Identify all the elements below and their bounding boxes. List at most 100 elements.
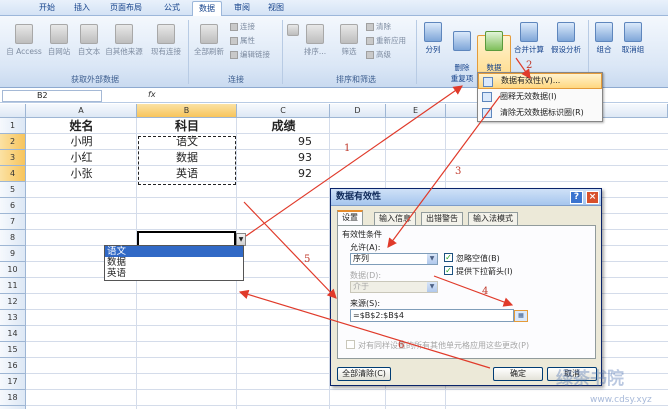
remove-duplicates-button[interactable]: 删除 重复项 bbox=[448, 22, 476, 84]
menu-item-circle-invalid[interactable]: 圈释无效数据(I) bbox=[478, 89, 602, 105]
text-file-icon bbox=[80, 24, 98, 44]
row-header[interactable]: 10 bbox=[0, 262, 26, 278]
select-all-corner[interactable] bbox=[0, 104, 26, 118]
header-cell[interactable]: 科目 bbox=[137, 118, 237, 134]
properties-button[interactable]: 属性 bbox=[230, 35, 255, 46]
data-cell[interactable]: 95 bbox=[237, 134, 330, 150]
reapply-button[interactable]: 重新应用 bbox=[366, 35, 406, 46]
source-label: 来源(S): bbox=[350, 299, 381, 308]
tab-review[interactable]: 审阅 bbox=[228, 1, 256, 16]
in-cell-dropdown-checkbox[interactable]: ✓ bbox=[444, 266, 453, 275]
consolidate-icon bbox=[520, 22, 538, 42]
data-cell[interactable]: 92 bbox=[237, 166, 330, 182]
data-cell[interactable]: 93 bbox=[237, 150, 330, 166]
split-columns-icon bbox=[424, 22, 442, 42]
row-header[interactable]: 17 bbox=[0, 374, 26, 390]
data-cell[interactable]: 小红 bbox=[26, 150, 137, 166]
tab-home[interactable]: 开始 bbox=[33, 1, 61, 16]
name-box[interactable]: B2 bbox=[2, 90, 102, 102]
what-if-analysis-button[interactable]: 假设分析 bbox=[548, 22, 584, 55]
from-other-sources-button[interactable]: 自其他来源 bbox=[104, 24, 144, 57]
row-header[interactable]: 5 bbox=[0, 182, 26, 198]
tab-view[interactable]: 视图 bbox=[262, 1, 290, 16]
cell-dropdown-list: 语文 数据 英语 bbox=[104, 245, 244, 281]
row-header[interactable]: 9 bbox=[0, 246, 26, 262]
filter-button[interactable]: 筛选 bbox=[336, 24, 362, 57]
row-header[interactable]: 6 bbox=[0, 198, 26, 214]
group-label-connections: 连接 bbox=[228, 75, 244, 84]
header-cell[interactable]: 姓名 bbox=[26, 118, 137, 134]
from-text-button[interactable]: 自文本 bbox=[74, 24, 104, 57]
row-header[interactable]: 3 bbox=[0, 150, 26, 166]
refresh-icon bbox=[200, 24, 218, 44]
dropdown-option[interactable]: 数据 bbox=[105, 257, 243, 268]
row-header[interactable]: 7 bbox=[0, 214, 26, 230]
refresh-all-button[interactable]: 全部刷新 bbox=[192, 24, 226, 57]
tab-ime-mode[interactable]: 输入法模式 bbox=[468, 212, 518, 225]
row-header[interactable]: 2 bbox=[0, 134, 26, 150]
apply-all-checkbox[interactable] bbox=[346, 340, 355, 349]
tab-error-alert[interactable]: 出错警告 bbox=[421, 212, 463, 225]
web-icon bbox=[50, 24, 68, 44]
data-cell[interactable]: 小明 bbox=[26, 134, 137, 150]
row-header[interactable]: 13 bbox=[0, 310, 26, 326]
annotation-number: 1 bbox=[344, 143, 351, 154]
dropdown-option[interactable]: 英语 bbox=[105, 268, 243, 279]
data-cell[interactable]: 小张 bbox=[26, 166, 137, 182]
close-button[interactable]: × bbox=[586, 191, 599, 204]
clear-all-button[interactable]: 全部清除(C) bbox=[337, 367, 391, 381]
help-button[interactable]: ? bbox=[570, 191, 583, 204]
group-separator bbox=[416, 20, 417, 84]
existing-connections-button[interactable]: 现有连接 bbox=[148, 24, 184, 57]
column-header-c[interactable]: C bbox=[237, 104, 330, 118]
row-header[interactable]: 14 bbox=[0, 326, 26, 342]
column-header-e[interactable]: E bbox=[386, 104, 446, 118]
column-header-b[interactable]: B bbox=[137, 104, 237, 118]
column-header-a[interactable]: A bbox=[26, 104, 137, 118]
source-input[interactable]: =$B$2:$B$4 bbox=[350, 309, 514, 322]
row-header[interactable]: 11 bbox=[0, 278, 26, 294]
group-separator bbox=[188, 20, 189, 84]
allow-select[interactable]: 序列 ▼ bbox=[350, 253, 438, 265]
edit-links-button[interactable]: 编辑链接 bbox=[230, 49, 270, 60]
row-header[interactable]: 4 bbox=[0, 166, 26, 182]
menu-item-clear-circles[interactable]: 清除无效数据标识圈(R) bbox=[478, 105, 602, 121]
row-header[interactable]: 15 bbox=[0, 342, 26, 358]
row-header[interactable]: 8 bbox=[0, 230, 26, 246]
advanced-button[interactable]: 高级 bbox=[366, 49, 391, 60]
tab-data[interactable]: 数据 bbox=[192, 1, 222, 16]
column-header-d[interactable]: D bbox=[330, 104, 386, 118]
insert-function-icon[interactable]: fx bbox=[148, 90, 156, 99]
ungroup-icon bbox=[624, 22, 642, 42]
dropdown-option[interactable]: 语文 bbox=[105, 246, 243, 257]
from-web-button[interactable]: 自网站 bbox=[44, 24, 74, 57]
filter-funnel-icon bbox=[340, 24, 358, 44]
ok-button[interactable]: 确定 bbox=[493, 367, 543, 381]
tab-page-layout[interactable]: 页面布局 bbox=[104, 1, 148, 16]
watermark-url: www.cdsy.xyz bbox=[590, 395, 652, 405]
tab-formulas[interactable]: 公式 bbox=[158, 1, 186, 16]
tab-input-message[interactable]: 输入信息 bbox=[374, 212, 416, 225]
sort-az-button[interactable] bbox=[286, 24, 300, 38]
in-cell-dropdown-label: 提供下拉箭头(I) bbox=[456, 267, 513, 276]
menu-item-data-validation[interactable]: 数据有效性(V)... bbox=[478, 73, 602, 89]
tab-settings[interactable]: 设置 bbox=[337, 210, 363, 225]
sort-button[interactable]: 排序... bbox=[300, 24, 330, 57]
text-to-columns-button[interactable]: 分列 bbox=[420, 22, 446, 55]
row-header[interactable]: 1 bbox=[0, 118, 26, 134]
consolidate-button[interactable]: 合并计算 bbox=[512, 22, 546, 55]
row-header[interactable]: 12 bbox=[0, 294, 26, 310]
ungroup-button[interactable]: 取消组 bbox=[618, 22, 648, 55]
range-select-icon[interactable]: ▦ bbox=[514, 310, 528, 322]
row-header[interactable]: 16 bbox=[0, 358, 26, 374]
header-cell[interactable]: 成绩 bbox=[237, 118, 330, 134]
edit-links-icon bbox=[230, 51, 238, 59]
group-button[interactable]: 组合 bbox=[592, 22, 616, 55]
row-header[interactable]: 18 bbox=[0, 390, 26, 406]
tab-insert[interactable]: 插入 bbox=[68, 1, 96, 16]
group-label-external-data: 获取外部数据 bbox=[71, 75, 119, 84]
connections-button[interactable]: 连接 bbox=[230, 21, 255, 32]
clear-button[interactable]: 清除 bbox=[366, 21, 391, 32]
from-access-button[interactable]: 自 Access bbox=[4, 24, 44, 57]
ignore-blank-checkbox[interactable]: ✓ bbox=[444, 253, 453, 262]
